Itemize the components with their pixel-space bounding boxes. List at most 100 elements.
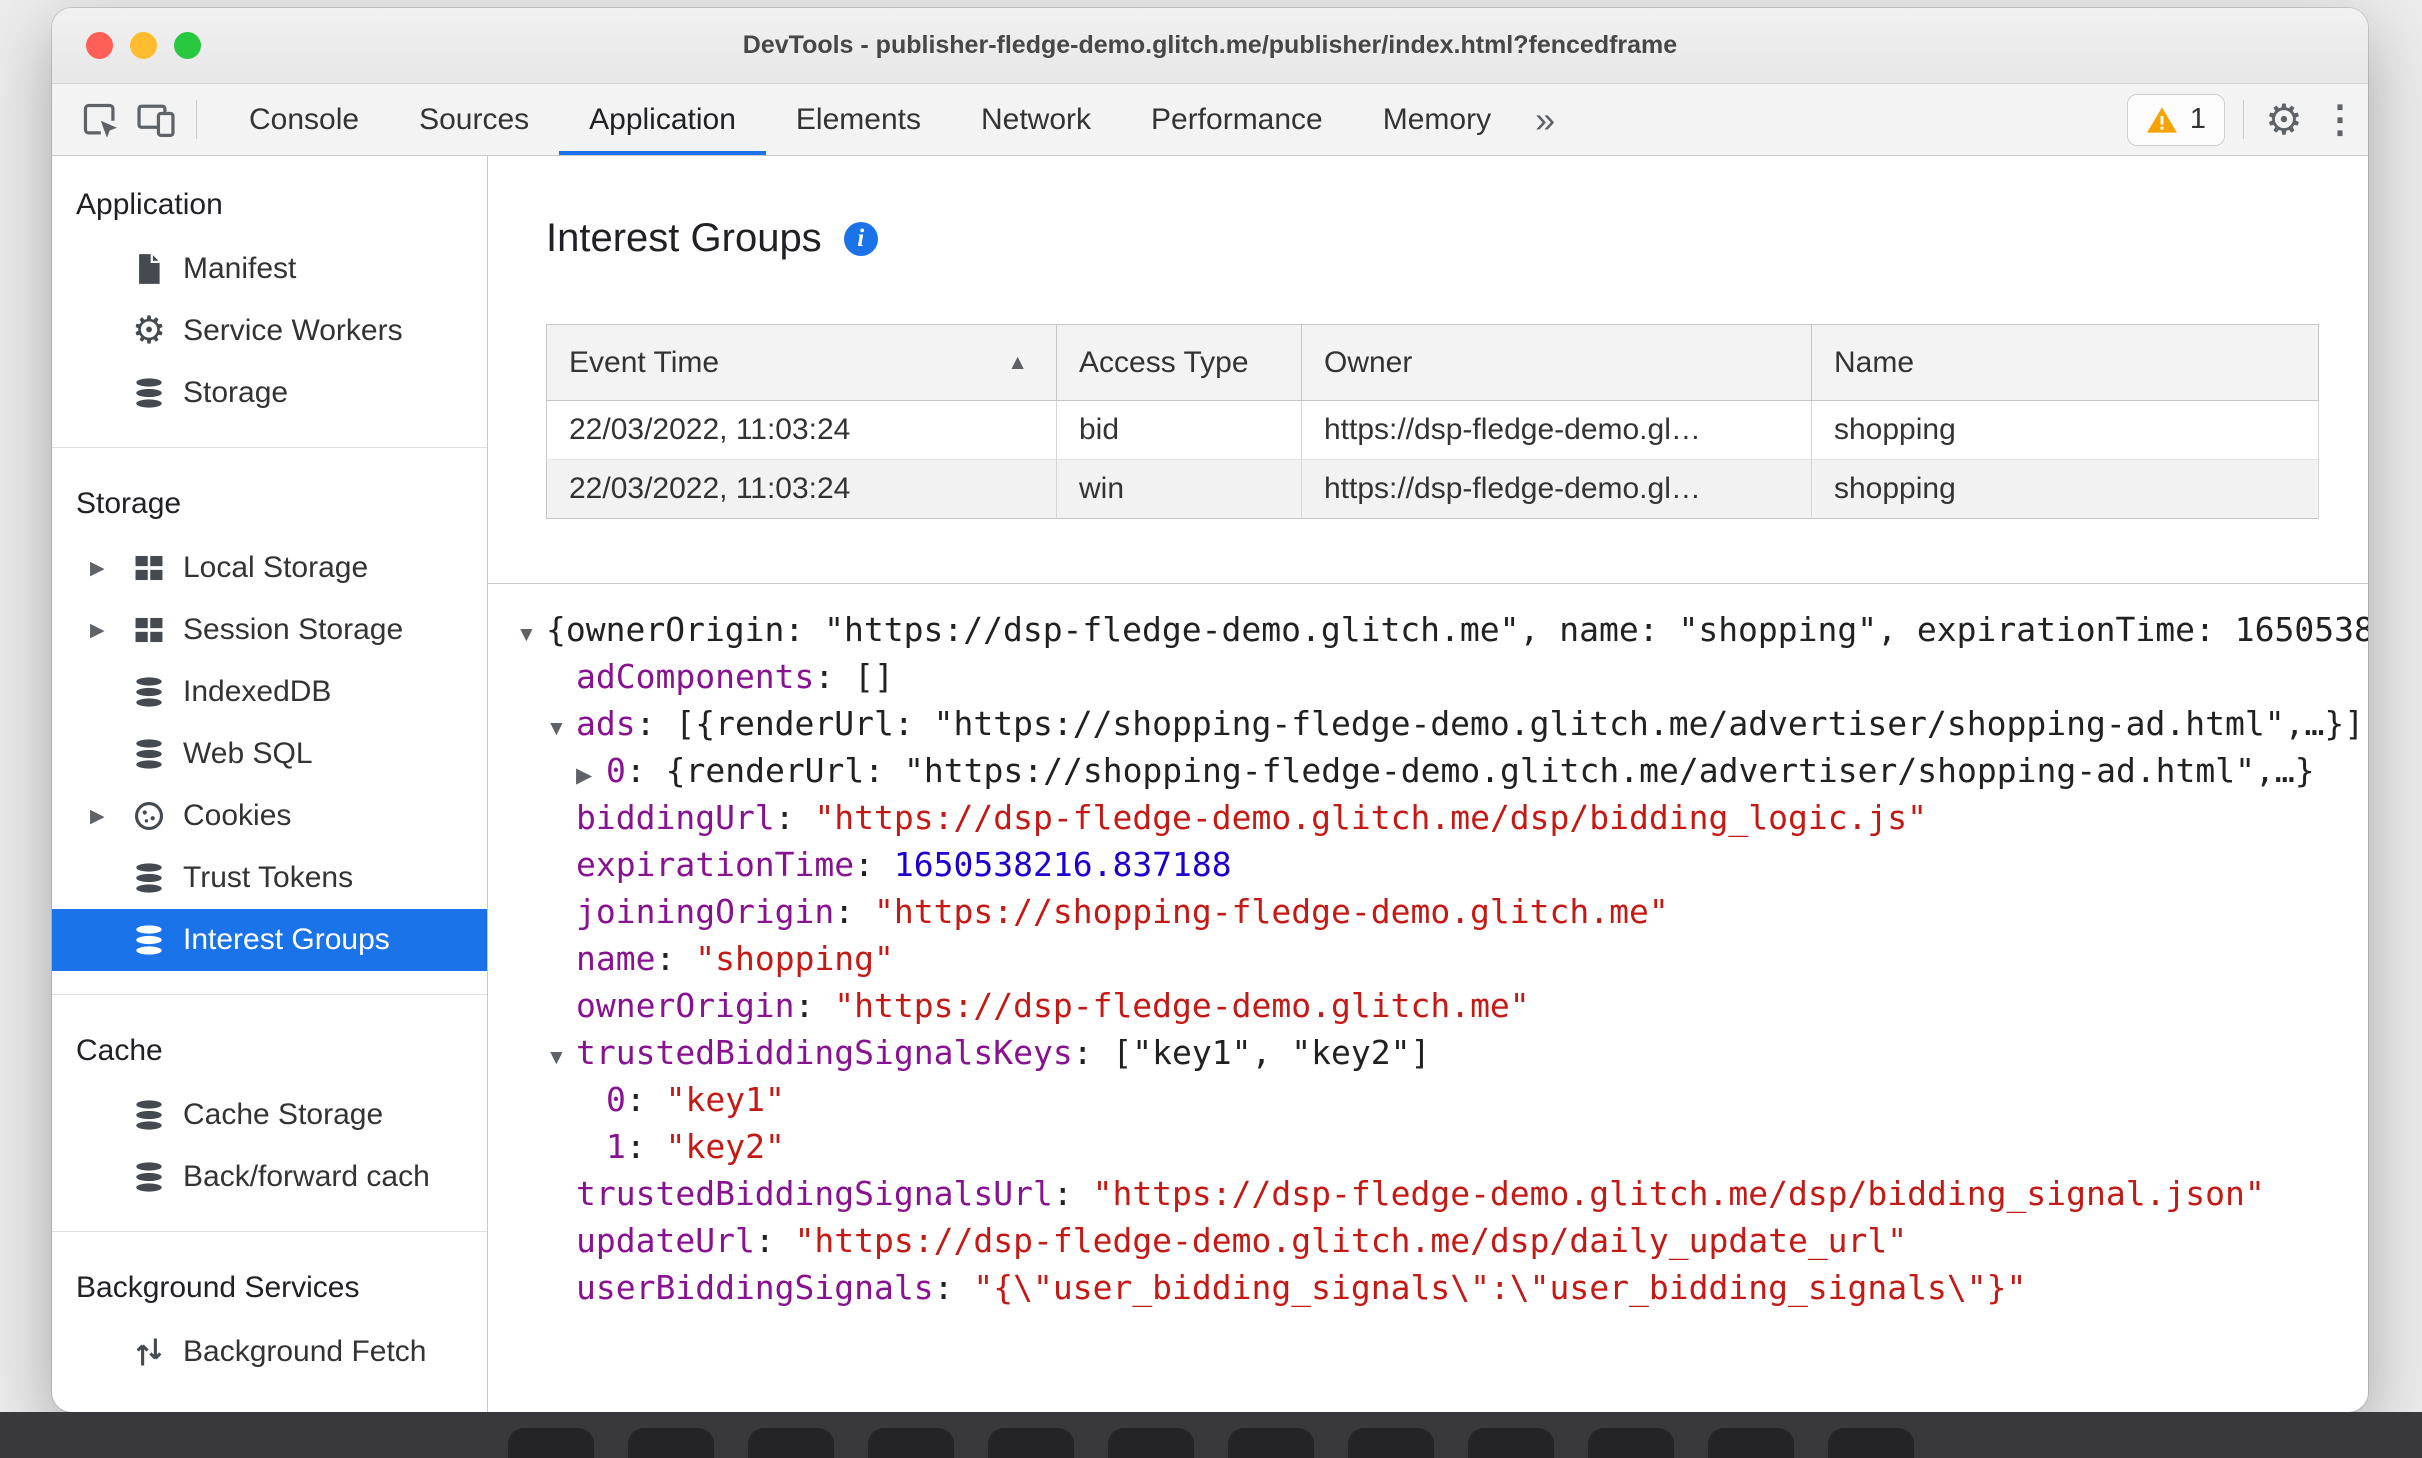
service-worker-gear-icon: ⚙ (132, 310, 167, 352)
fetch-arrows-icon (132, 1335, 166, 1369)
interest-groups-table: Event Time ▲ Access Type Owner Name 22/03/202… (546, 324, 2319, 519)
expander-arrow-icon[interactable]: ▶ (90, 619, 132, 642)
tree-line: updateUrl: "https://dsp-fledge-demo.glit… (516, 1217, 2368, 1264)
column-header-owner[interactable]: Owner (1301, 324, 1812, 401)
tree-token-plain: : (774, 798, 815, 837)
sidebar-item-local-storage[interactable]: ▶ Local Storage (52, 537, 487, 599)
sidebar-item-interest-groups[interactable]: Interest Groups (52, 909, 487, 971)
kebab-menu-icon[interactable]: ⋮ (2312, 92, 2368, 148)
sidebar-item-web-sql[interactable]: Web SQL (52, 723, 487, 785)
collapse-arrow-icon[interactable]: ▼ (546, 1034, 576, 1081)
storage-stack-icon (132, 923, 166, 957)
cell-access-type: bid (1056, 400, 1302, 460)
sidebar-divider (52, 994, 487, 995)
issues-warning-badge[interactable]: 1 (2126, 93, 2225, 146)
tree-line: ▼ trustedBiddingSignalsKeys: ["key1", "ke… (516, 1029, 2368, 1076)
tab-application[interactable]: Application (559, 84, 766, 155)
column-header-access-type[interactable]: Access Type (1056, 324, 1302, 401)
tree-token-key: 0 (606, 1080, 626, 1119)
tree-token-plain: : (834, 892, 875, 931)
tab-network[interactable]: Network (951, 84, 1121, 155)
sidebar-item-cache-storage[interactable]: Cache Storage (52, 1084, 487, 1146)
titlebar[interactable]: DevTools - publisher-fledge-demo.glitch.… (52, 8, 2368, 84)
tree-token-plain: : (1052, 1174, 1093, 1213)
tree-token-plain: : (625, 1080, 666, 1119)
tree-token-plain: : (933, 1268, 974, 1307)
sidebar-item-back-forward-cach[interactable]: Back/forward cach (52, 1146, 487, 1208)
sidebar-item-indexeddb[interactable]: IndexedDB (52, 661, 487, 723)
minimize-button[interactable] (130, 32, 157, 59)
devtools-toolbar: Console Sources Application Elements Network… (52, 84, 2368, 156)
sidebar-section-title-background-services: Background Services (76, 1271, 360, 1304)
cell-name: shopping (1811, 400, 2319, 460)
sidebar-item-trust-tokens[interactable]: Trust Tokens (52, 847, 487, 909)
tree-token-key: joiningOrigin (576, 892, 835, 931)
settings-gear-icon[interactable]: ⚙ (2256, 92, 2312, 148)
sidebar-item-background-fetch[interactable]: Background Fetch (52, 1321, 487, 1383)
dock-icon-shadow (988, 1428, 1074, 1458)
tree-token-string: "https://dsp-fledge-demo.glitch.me/dsp/b… (814, 798, 1928, 837)
tree-token-plain: : (794, 986, 835, 1025)
traffic-lights (86, 32, 201, 59)
sidebar-item-label: Trust Tokens (183, 861, 354, 894)
cell-event-time: 22/03/2022, 11:03:24 (546, 400, 1057, 460)
tab-sources[interactable]: Sources (389, 84, 559, 155)
tree-token-number: 1650538216.837188 (893, 845, 1232, 884)
more-tabs-icon[interactable]: » (1521, 99, 1569, 141)
sidebar-item-label: Back/forward cach (183, 1160, 430, 1193)
sidebar-item-label: Web SQL (183, 737, 313, 770)
sidebar-section-title-storage: Storage (76, 487, 182, 520)
sidebar-item-manifest[interactable]: Manifest (52, 238, 487, 300)
close-button[interactable] (86, 32, 113, 59)
tab-elements[interactable]: Elements (766, 84, 951, 155)
table-row[interactable]: 22/03/2022, 11:03:24 bid https://dsp-fledg… (546, 400, 2319, 460)
toolbar-separator (196, 100, 197, 139)
sidebar-section-title-cache: Cache (76, 1034, 163, 1067)
tab-memory[interactable]: Memory (1353, 84, 1521, 155)
column-header-name[interactable]: Name (1811, 324, 2319, 401)
tree-line: trustedBiddingSignalsUrl: "https://dsp-f… (516, 1170, 2368, 1217)
tree-token-key: ads (576, 704, 636, 743)
warning-count: 1 (2189, 103, 2206, 135)
tree-token-plain: : (655, 939, 696, 978)
tree-line: ownerOrigin: "https://dsp-fledge-demo.gl… (516, 982, 2368, 1029)
inspect-element-icon[interactable] (72, 92, 128, 148)
datagrid-icon (132, 551, 166, 585)
tree-line: name: "shopping" (516, 935, 2368, 982)
dock-icon-shadow (868, 1428, 954, 1458)
sidebar-item-service-workers[interactable]: ⚙ Service Workers (52, 300, 487, 362)
cell-owner: https://dsp-fledge-demo.gl… (1301, 400, 1812, 460)
collapse-arrow-icon[interactable]: ▼ (546, 705, 576, 752)
sidebar-item-storage[interactable]: Storage (52, 362, 487, 424)
table-row[interactable]: 22/03/2022, 11:03:24 win https://dsp-fledg… (546, 459, 2319, 519)
cell-name: shopping (1811, 459, 2319, 519)
tree-token-plain: : (854, 845, 894, 884)
devtools-window: DevTools - publisher-fledge-demo.glitch.… (52, 8, 2368, 1412)
tree-token-plain: : [] (814, 657, 894, 696)
zoom-button[interactable] (174, 32, 201, 59)
tree-token-key: ownerOrigin (576, 986, 795, 1025)
dock-icon-shadow (1588, 1428, 1674, 1458)
dock-icon-shadow (508, 1428, 594, 1458)
device-toolbar-icon[interactable] (128, 92, 184, 148)
sidebar-item-label: Cookies (183, 799, 292, 832)
page-title: Interest Groups (546, 216, 822, 260)
tab-performance[interactable]: Performance (1121, 84, 1353, 155)
storage-stack-icon (132, 737, 166, 771)
collapse-arrow-icon[interactable]: ▼ (516, 611, 546, 658)
info-icon[interactable]: i (843, 221, 878, 256)
column-header-event-time[interactable]: Event Time ▲ (546, 324, 1057, 401)
sidebar-item-label: Session Storage (183, 613, 404, 646)
sidebar-item-cookies[interactable]: ▶ Cookies (52, 785, 487, 847)
tree-line: expirationTime: 1650538216.837188 (516, 841, 2368, 888)
tree-token-plain: {ownerOrigin: "https://dsp-fledge-demo.g… (546, 610, 2368, 649)
expander-arrow-icon[interactable]: ▶ (90, 557, 132, 580)
sidebar-divider (52, 1231, 487, 1232)
tree-token-string: "https://dsp-fledge-demo.glitch.me/dsp/b… (1092, 1174, 2265, 1213)
sidebar-section-title-application: Application (76, 188, 223, 221)
expand-arrow-icon[interactable]: ▶ (576, 752, 606, 799)
expander-arrow-icon[interactable]: ▶ (90, 805, 132, 828)
panel-header: Interest Groups i (488, 156, 2368, 261)
tab-console[interactable]: Console (219, 84, 389, 155)
sidebar-item-session-storage[interactable]: ▶ Session Storage (52, 599, 487, 661)
